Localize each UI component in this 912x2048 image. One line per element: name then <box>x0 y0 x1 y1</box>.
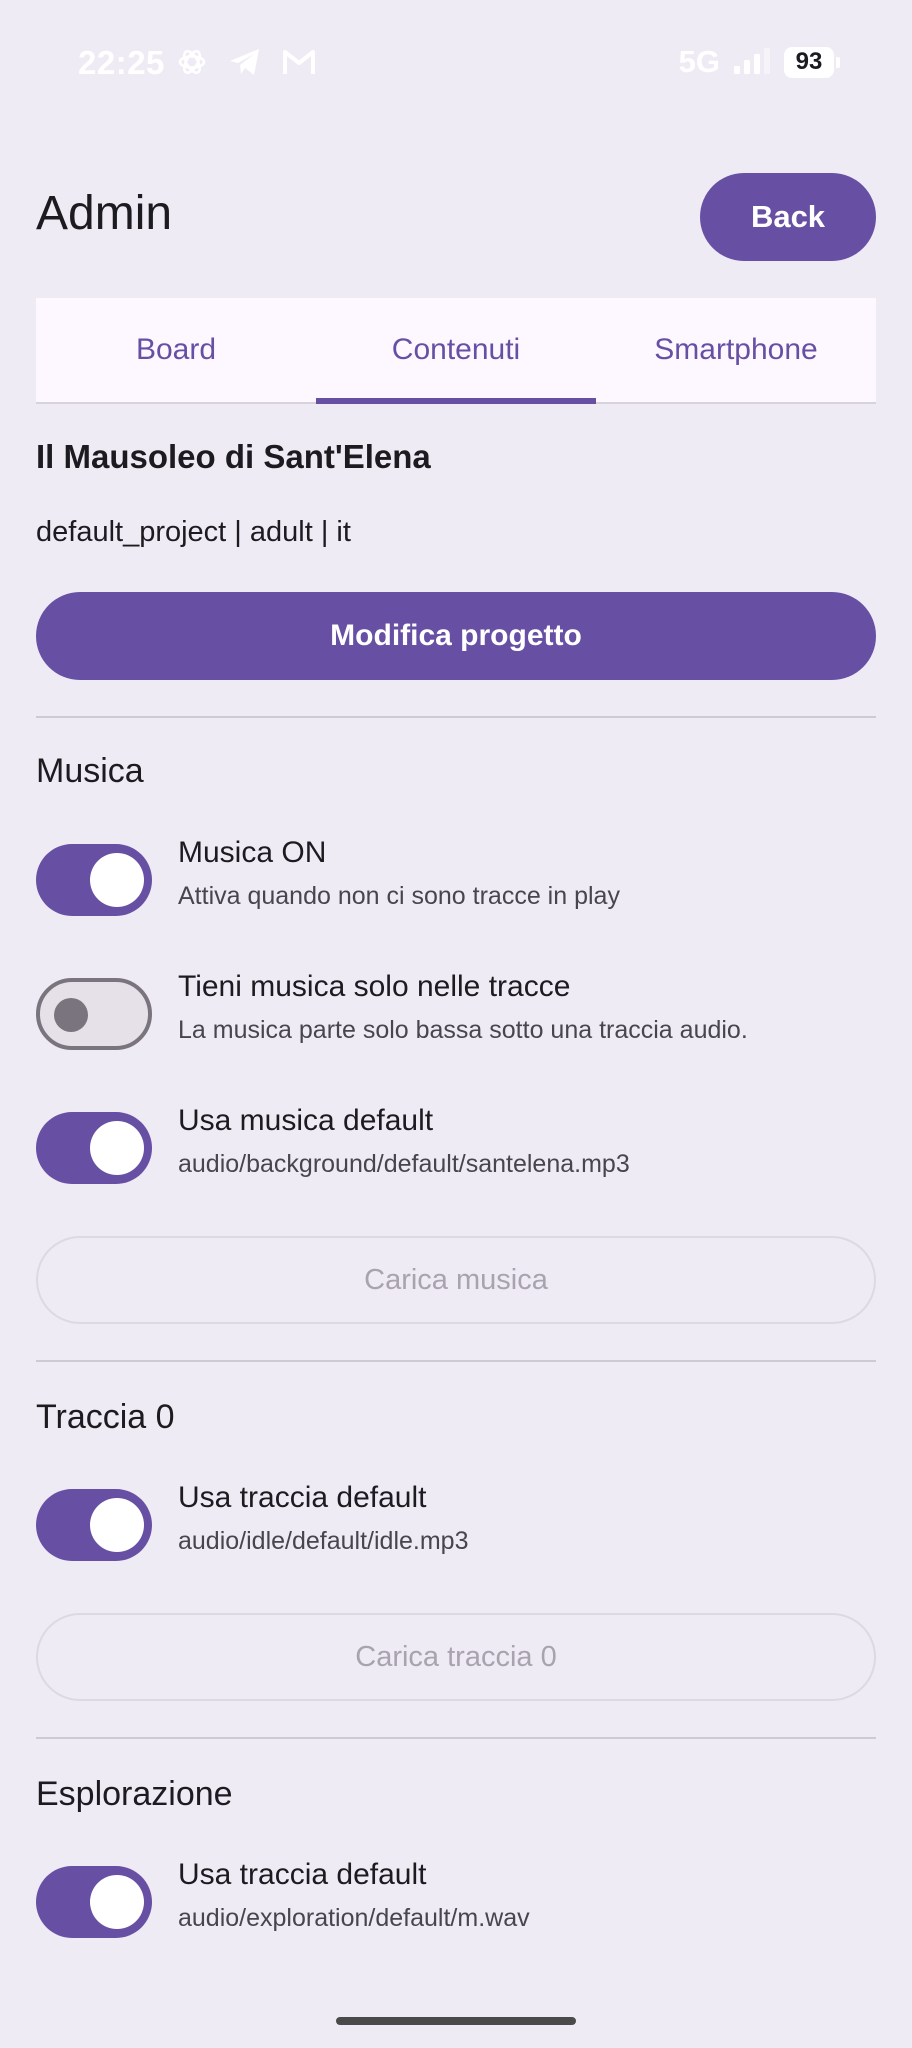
status-bar: 22:25 5G 93 <box>0 0 912 130</box>
toggle-description: audio/exploration/default/m.wav <box>178 1904 530 1932</box>
toggle-description: audio/background/default/santelena.mp3 <box>178 1150 630 1178</box>
signal-icon <box>732 46 772 79</box>
toggle-row-music-on: Musica ON Attiva quando non ci sono trac… <box>36 836 876 916</box>
toggle-description: La musica parte solo bassa sotto una tra… <box>178 1016 748 1044</box>
tab-board[interactable]: Board <box>36 298 316 402</box>
divider <box>36 1737 876 1739</box>
toggle-label: Usa traccia default <box>178 1858 427 1891</box>
toggle-description: Attiva quando non ci sono tracce in play <box>178 882 620 910</box>
divider <box>36 1360 876 1362</box>
toggle-label: Tieni musica solo nelle tracce <box>178 970 571 1003</box>
toggle-label: Usa traccia default <box>178 1481 427 1514</box>
default-track0-switch[interactable] <box>36 1489 152 1561</box>
upload-track0-button[interactable]: Carica traccia 0 <box>36 1613 876 1701</box>
toggle-row-default-exploration: Usa traccia default audio/exploration/de… <box>36 1858 876 1938</box>
network-label: 5G <box>678 44 720 79</box>
tab-bar: Board Contenuti Smartphone <box>36 298 876 404</box>
project-meta: default_project | adult | it <box>36 516 351 548</box>
openai-icon <box>176 46 208 78</box>
tab-contenuti[interactable]: Contenuti <box>316 298 596 404</box>
home-indicator[interactable] <box>336 2017 576 2025</box>
toggle-label: Usa musica default <box>178 1104 434 1137</box>
toggle-row-default-music: Usa musica default audio/background/defa… <box>36 1104 876 1184</box>
gmail-icon <box>282 48 316 76</box>
telegram-icon <box>228 46 262 78</box>
default-exploration-switch[interactable] <box>36 1866 152 1938</box>
default-music-switch[interactable] <box>36 1112 152 1184</box>
section-title-music: Musica <box>36 752 144 790</box>
section-title-track0: Traccia 0 <box>36 1398 175 1436</box>
edit-project-button[interactable]: Modifica progetto <box>36 592 876 680</box>
tab-smartphone[interactable]: Smartphone <box>596 298 876 402</box>
back-button[interactable]: Back <box>700 173 876 261</box>
page-title: Admin <box>36 187 173 240</box>
music-only-tracks-switch[interactable] <box>36 978 152 1050</box>
music-on-switch[interactable] <box>36 844 152 916</box>
divider <box>36 716 876 718</box>
notification-icons <box>176 46 316 78</box>
battery-indicator: 93 <box>784 46 840 78</box>
toggle-row-music-only-tracks: Tieni musica solo nelle tracce La musica… <box>36 970 876 1050</box>
upload-music-button[interactable]: Carica musica <box>36 1236 876 1324</box>
project-title: Il Mausoleo di Sant'Elena <box>36 438 431 475</box>
toggle-row-default-track0: Usa traccia default audio/idle/default/i… <box>36 1481 876 1561</box>
status-time: 22:25 <box>78 44 165 81</box>
toggle-description: audio/idle/default/idle.mp3 <box>178 1527 469 1555</box>
section-title-exploration: Esplorazione <box>36 1775 233 1813</box>
status-right: 5G 93 <box>678 44 840 80</box>
toggle-label: Musica ON <box>178 836 327 869</box>
